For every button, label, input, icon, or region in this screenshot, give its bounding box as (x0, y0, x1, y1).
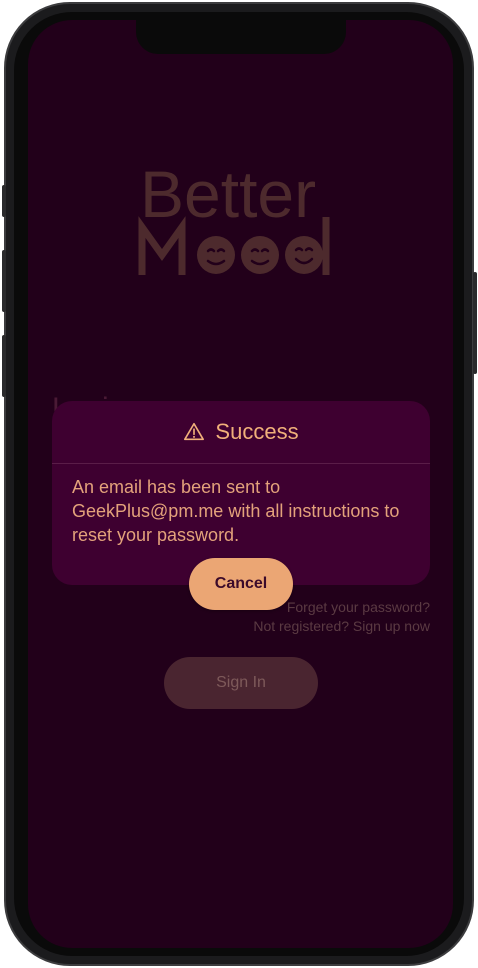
notch (136, 20, 346, 54)
sign-up-link[interactable]: Not registered? Sign up now (253, 617, 430, 636)
cancel-button[interactable]: Cancel (189, 558, 293, 610)
power-button (473, 272, 477, 374)
sign-in-button[interactable]: Sign In (164, 657, 318, 709)
dialog-header: Success (52, 401, 430, 464)
volume-down-button (2, 335, 6, 397)
dialog-title: Success (215, 419, 299, 444)
logo-graphic: Better (138, 157, 330, 275)
app-screen: Better Forget your password? Not registe… (28, 20, 453, 948)
mute-switch (2, 185, 6, 217)
volume-up-button (2, 250, 6, 312)
warning-triangle-icon (184, 422, 205, 441)
dialog-message: An email has been sent to GeekPlus@pm.me… (72, 477, 400, 545)
logo-word-top: Better (140, 157, 316, 231)
better-mood-logo: Better (138, 155, 343, 285)
